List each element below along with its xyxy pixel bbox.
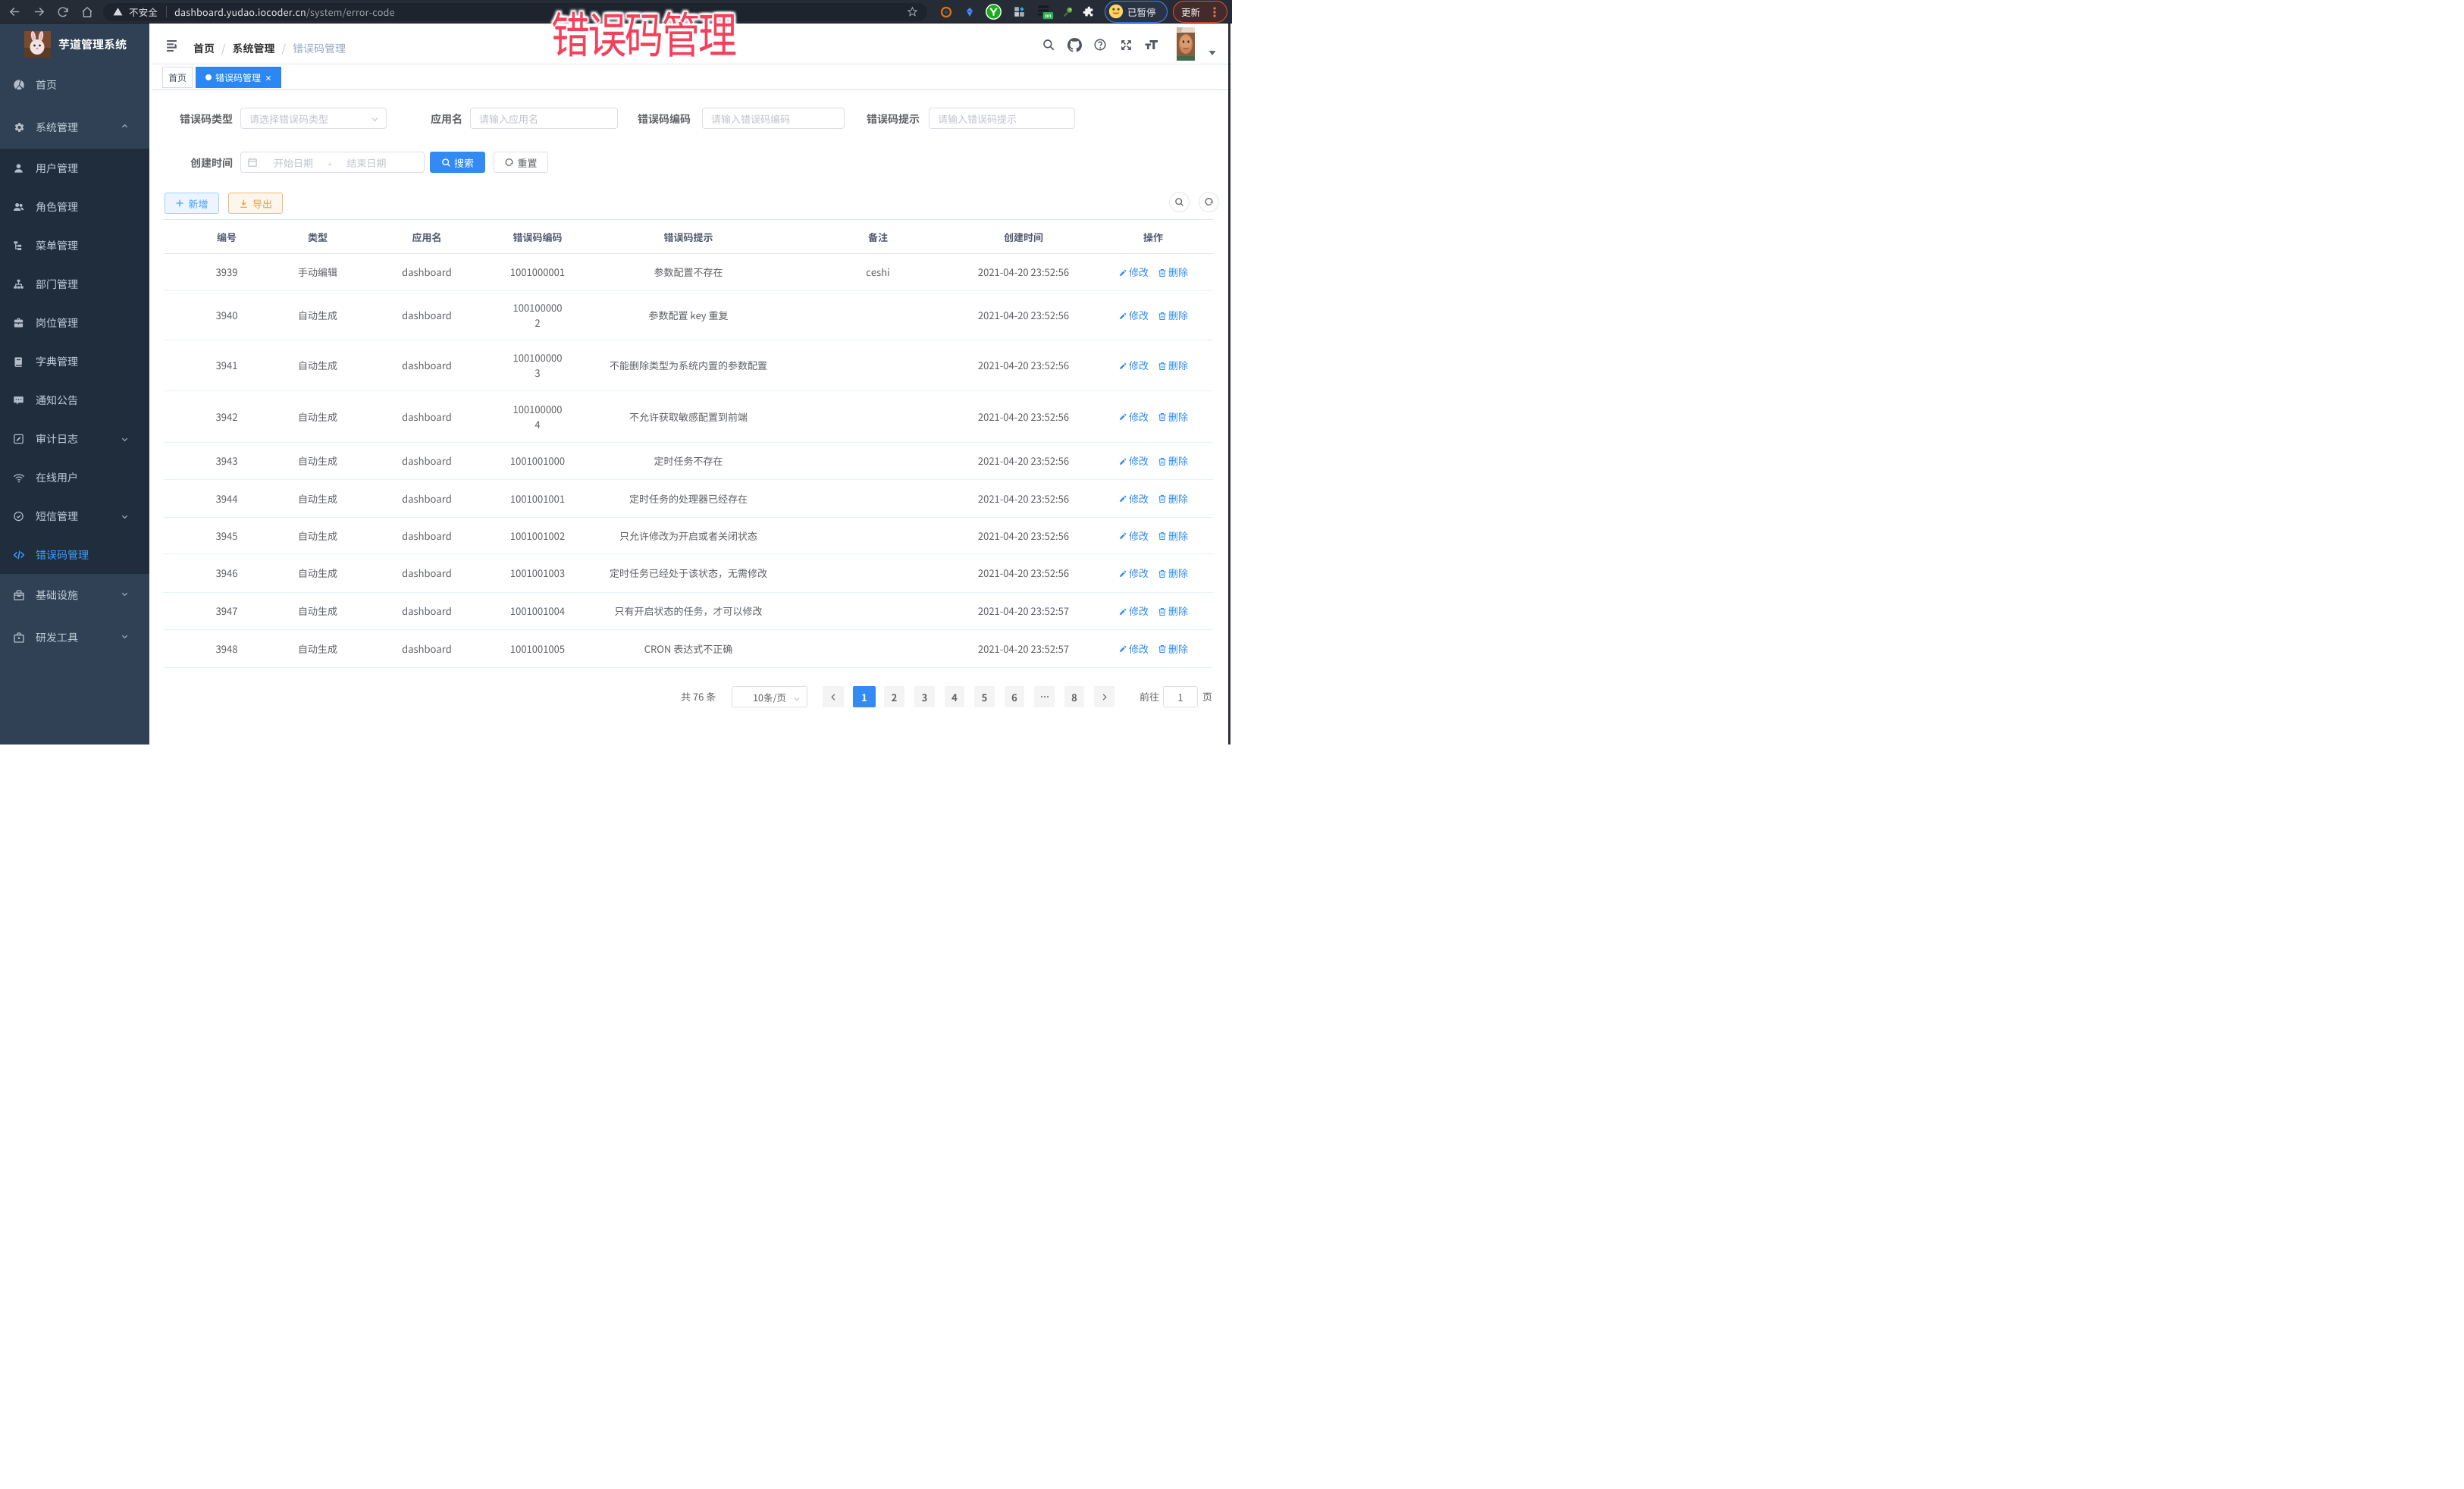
svg-text:on: on (1045, 11, 1052, 19)
